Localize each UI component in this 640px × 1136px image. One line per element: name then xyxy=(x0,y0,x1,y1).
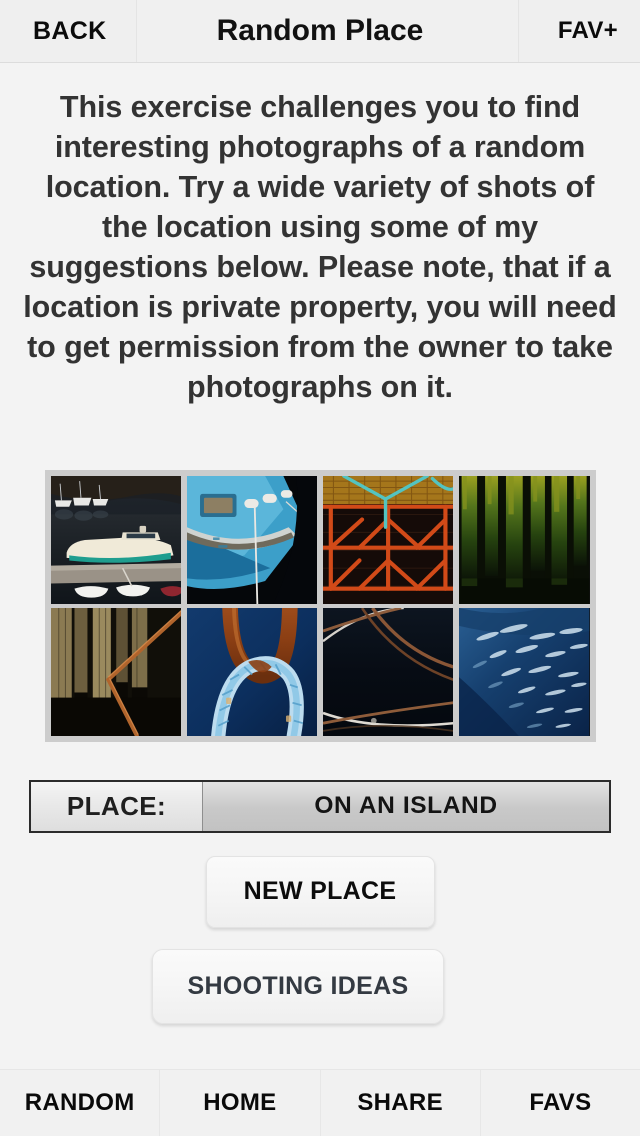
thumbnail-red-lobster-traps[interactable] xyxy=(323,475,454,604)
add-favorite-button[interactable]: FAV+ xyxy=(518,0,640,62)
app-screen: BACK Random Place FAV+ This exercise cha… xyxy=(0,0,640,1136)
place-selector-label: PLACE: xyxy=(31,781,203,831)
tab-home-label: HOME xyxy=(203,1089,277,1116)
thumbnail-rippled-blue-water[interactable] xyxy=(459,607,590,736)
thumbnail-harbour-boats-at-dock[interactable] xyxy=(50,475,181,604)
tab-bar: RANDOM HOME SHARE FAVS xyxy=(0,1069,640,1136)
tab-favs-label: FAVS xyxy=(529,1089,592,1116)
thumbnail-crossing-ropes-dark-water[interactable] xyxy=(323,607,454,736)
thumbnail-rusty-ring-with-blue-rope[interactable] xyxy=(186,607,317,736)
add-favorite-label: FAV+ xyxy=(557,17,618,44)
shooting-ideas-button-label: SHOOTING IDEAS xyxy=(187,971,409,1000)
tab-share[interactable]: SHARE xyxy=(320,1070,481,1136)
thumbnail-blue-boat-bow[interactable] xyxy=(186,475,317,604)
example-photo-grid xyxy=(44,469,596,742)
place-selector-value: ON AN ISLAND xyxy=(314,792,498,819)
back-button[interactable]: BACK xyxy=(0,0,137,62)
new-place-button-label: NEW PLACE xyxy=(243,877,397,905)
back-button-label: BACK xyxy=(33,16,107,45)
main-content: This exercise challenges you to find int… xyxy=(0,63,640,1069)
tab-random-label: RANDOM xyxy=(24,1089,135,1116)
tab-home[interactable]: HOME xyxy=(160,1070,321,1136)
navigation-bar: BACK Random Place FAV+ xyxy=(0,0,640,63)
tab-random[interactable]: RANDOM xyxy=(0,1070,161,1136)
place-selector[interactable]: PLACE: ON AN ISLAND xyxy=(29,779,611,833)
thumbnail-green-mossy-pilings[interactable] xyxy=(459,475,590,604)
thumbnail-weathered-pilings-and-chain[interactable] xyxy=(50,607,181,736)
tab-favs[interactable]: FAVS xyxy=(480,1070,640,1136)
shooting-ideas-button[interactable]: SHOOTING IDEAS xyxy=(152,948,444,1024)
new-place-button[interactable]: NEW PLACE xyxy=(205,855,435,928)
tab-share-label: SHARE xyxy=(357,1089,443,1116)
exercise-description: This exercise challenges you to find int… xyxy=(23,90,617,404)
